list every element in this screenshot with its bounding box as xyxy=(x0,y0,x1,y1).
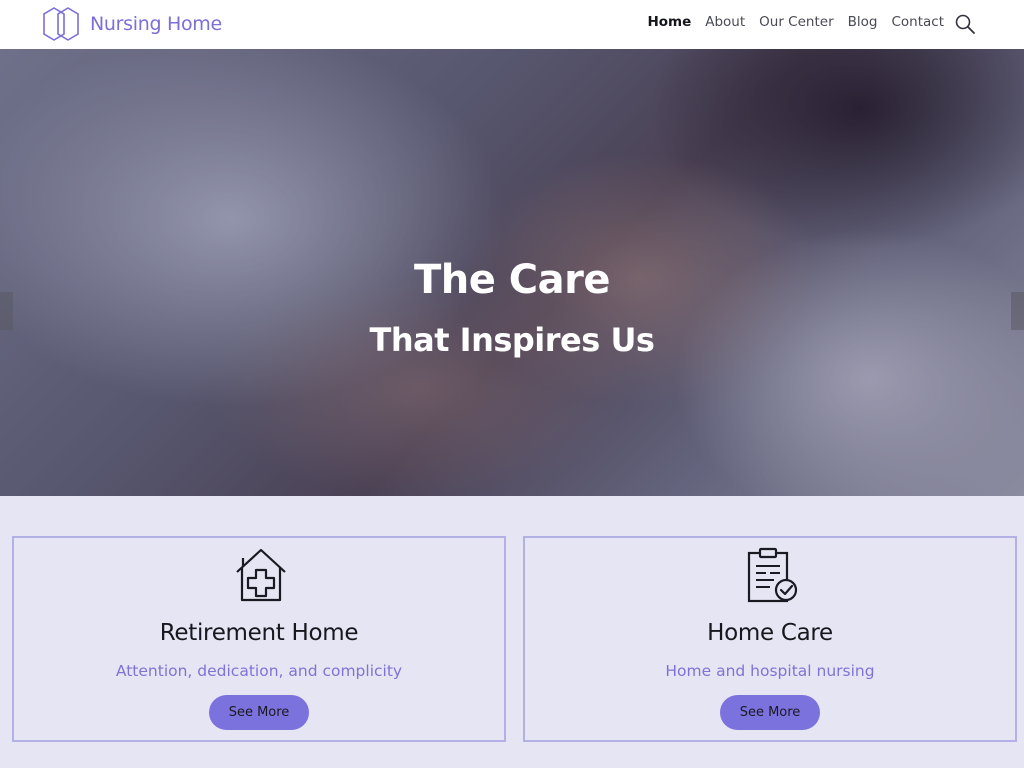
service-card-title: Home Care xyxy=(707,620,833,646)
site-logo-link[interactable]: Nursing Home xyxy=(42,6,222,42)
service-card-retirement-home: Retirement Home Attention, dedication, a… xyxy=(12,536,506,742)
nav-link-blog[interactable]: Blog xyxy=(848,14,878,30)
main-nav: Home About Our Center Blog Contact xyxy=(647,14,944,30)
nav-link-about[interactable]: About xyxy=(705,14,745,30)
service-card-title: Retirement Home xyxy=(159,620,359,646)
see-more-button-retirement-home[interactable]: See More xyxy=(209,695,309,730)
slider-next-arrow[interactable] xyxy=(1011,292,1024,330)
hero-title: The Care xyxy=(413,257,611,303)
service-card-description: Home and hospital nursing xyxy=(665,662,875,680)
hexagon-logo-icon xyxy=(43,7,79,41)
service-card-home-care: Home Care Home and hospital nursing See … xyxy=(523,536,1017,742)
house-medical-icon xyxy=(236,548,286,602)
nav-link-our-center[interactable]: Our Center xyxy=(759,14,833,30)
search-button[interactable] xyxy=(954,13,976,35)
services-section: Retirement Home Attention, dedication, a… xyxy=(0,496,1024,768)
search-icon xyxy=(955,14,975,34)
hero-subtitle: That Inspires Us xyxy=(369,321,655,359)
service-card-description: Attention, dedication, and complicity xyxy=(115,662,403,680)
nav-link-contact[interactable]: Contact xyxy=(891,14,944,30)
hero-slider: The Care That Inspires Us xyxy=(0,49,1024,496)
nav-link-home[interactable]: Home xyxy=(647,14,691,30)
clipboard-check-icon xyxy=(747,547,798,603)
site-logo-text: Nursing Home xyxy=(90,13,222,35)
see-more-button-home-care[interactable]: See More xyxy=(720,695,820,730)
site-header: Nursing Home Home About Our Center Blog … xyxy=(0,0,1024,49)
slider-prev-arrow[interactable] xyxy=(0,292,13,330)
